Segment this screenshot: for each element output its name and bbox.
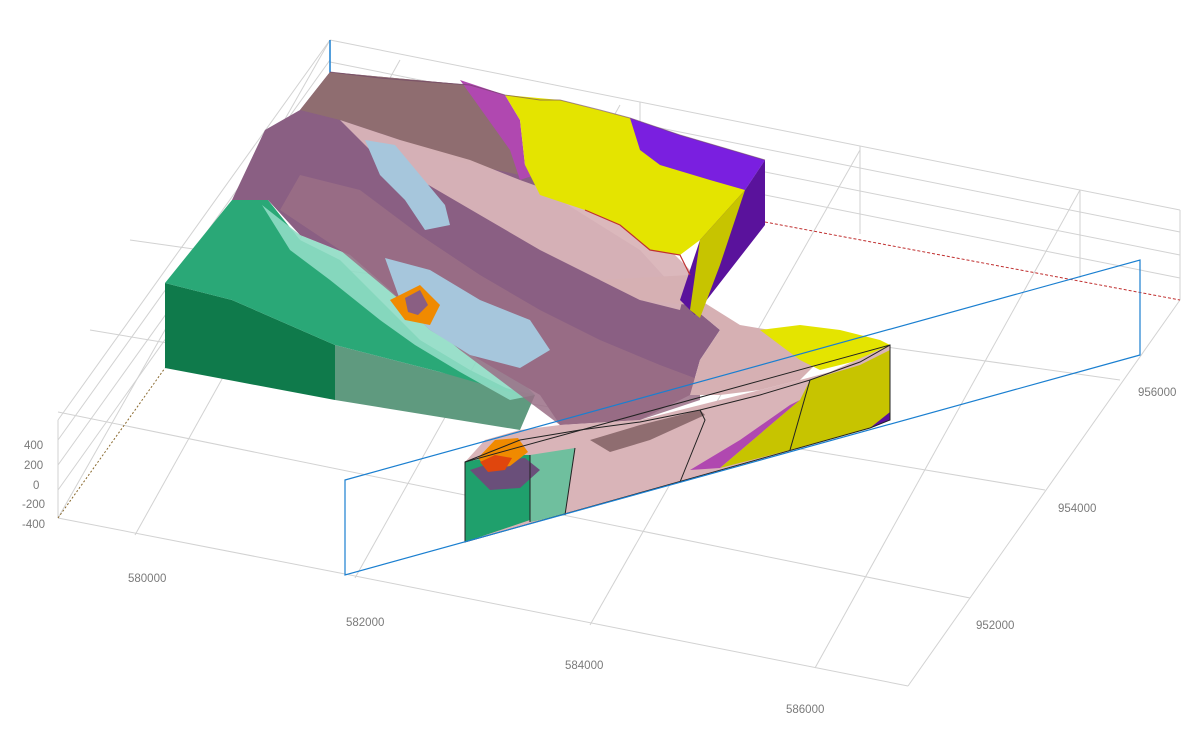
- y-axis: 956000 954000 952000: [976, 387, 1176, 632]
- z-tick: 400: [24, 440, 43, 452]
- x-tick: 582000: [346, 617, 384, 629]
- geological-block-model: 400 200 0 -200 -400 580000 582000 584000…: [22, 39, 1181, 716]
- y-tick: 952000: [976, 620, 1014, 632]
- viewport-3d[interactable]: 400 200 0 -200 -400 580000 582000 584000…: [0, 0, 1200, 745]
- z-axis: 400 200 0 -200 -400: [22, 440, 45, 531]
- z-tick: 0: [33, 480, 39, 492]
- geology-block[interactable]: [165, 71, 891, 543]
- z-tick: 200: [24, 460, 43, 472]
- y-tick: 954000: [1058, 503, 1096, 515]
- x-tick: 580000: [128, 573, 166, 585]
- y-tick: 956000: [1138, 387, 1176, 399]
- x-tick: 584000: [565, 660, 603, 672]
- z-tick: -400: [22, 519, 45, 531]
- x-tick: 586000: [786, 704, 824, 716]
- x-axis: 580000 582000 584000 586000: [128, 573, 824, 716]
- z-tick: -200: [22, 499, 45, 511]
